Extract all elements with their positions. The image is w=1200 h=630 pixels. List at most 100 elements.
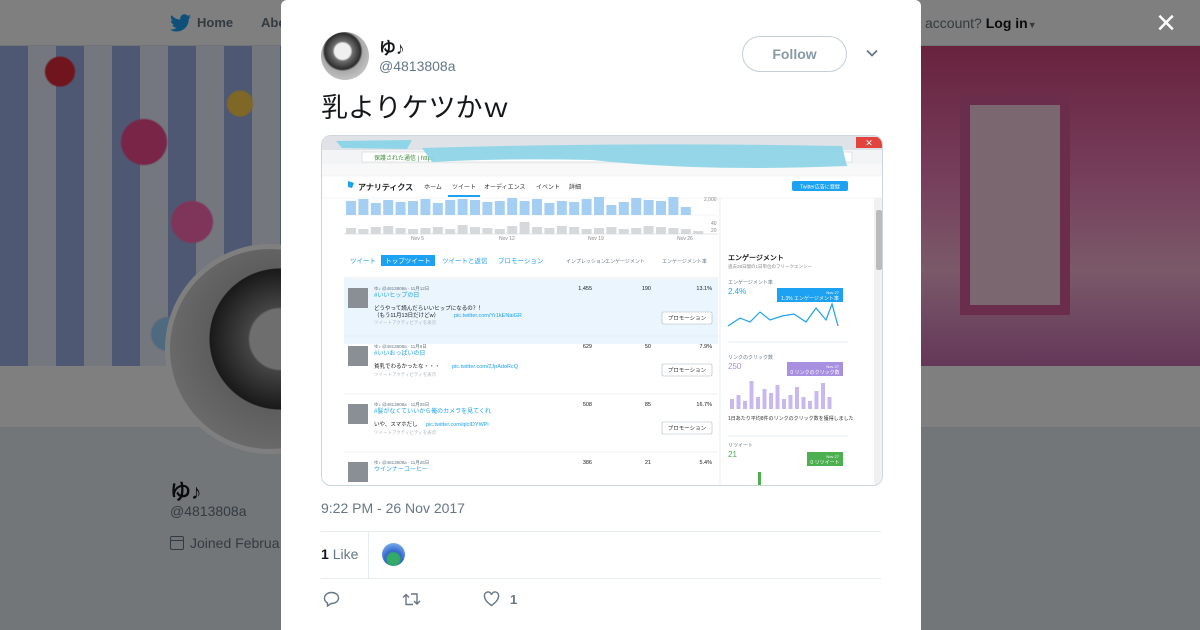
follow-button[interactable]: Follow (742, 36, 847, 72)
link-note: 1日あたり平均8件のリンクのクリック数を獲得しました (728, 415, 854, 422)
engagement-bar (494, 229, 505, 234)
impression-bar (482, 202, 493, 215)
tweet-media-image[interactable]: ✕ 保護された通信 | https アナリティクス ホーム ツイート オーディエ… (321, 135, 883, 486)
heart-icon (483, 591, 500, 607)
axis-right-low: 20 (711, 228, 717, 234)
row-meta: ゆ♪ @4813808a · 11月25日 (374, 402, 429, 408)
row-eng: 50 (645, 344, 651, 350)
axis-label-nov5: Nov 5 (411, 236, 424, 242)
link-click-bar (775, 385, 780, 409)
retweet-button[interactable] (402, 591, 422, 607)
impression-bar (519, 201, 530, 215)
promote-button-label: プロモーション (668, 315, 707, 322)
impression-bar (618, 202, 629, 215)
row-activity: ツイートアクティビティを表示 (374, 371, 437, 378)
col-impressions: インプレッション (566, 259, 606, 265)
rate-line-chart (727, 302, 839, 327)
author-avatar[interactable] (321, 32, 369, 80)
row-meta: ゆ♪ @4813808a · 11月26日 (374, 460, 429, 466)
close-icon[interactable]: × (1152, 6, 1180, 40)
link-value: 250 (728, 362, 742, 371)
impression-bar (668, 197, 679, 215)
link-click-bar (743, 401, 747, 409)
analytics-brand: アナリティクス (358, 182, 413, 192)
col-engagement-rate: エンゲージメント率 (662, 258, 707, 265)
row-imp: 629 (583, 344, 592, 350)
impression-bar (606, 205, 617, 215)
tab-top-tweets: トップツイート (385, 257, 431, 265)
row-thumbnail (348, 404, 368, 424)
axis-label-nov26: Nov 26 (677, 236, 693, 242)
rt-badge: 0 リツイート (810, 460, 839, 466)
row-meta: ゆ♪ @4813808a · 11月8日 (374, 344, 427, 350)
impression-bar (432, 203, 443, 215)
row-title: #いいおっぱいの日 (374, 350, 425, 357)
engagement-bar (631, 228, 642, 234)
tweet-text: 乳よりケツかｗ (321, 93, 510, 123)
row-eng: 21 (645, 460, 651, 466)
like-stat-label: Like (332, 546, 359, 562)
author-name[interactable]: ゆ♪ (379, 34, 405, 59)
rate-label: エンゲージメント率 (728, 279, 773, 286)
tweet-modal: ゆ♪ @4813808a Follow 乳よりケツかｗ ✕ 保護された通信 | … (281, 0, 921, 630)
link-clicks-bars (730, 381, 832, 409)
promote-button-label: プロモーション (668, 425, 707, 432)
engagement-bar (606, 227, 617, 234)
analytics-nav-audience: オーディエンス (484, 183, 525, 191)
engagement-bar (507, 226, 518, 234)
reply-icon (323, 591, 340, 607)
engagement-bar (556, 226, 567, 234)
row-rate: 13.1% (696, 286, 712, 292)
row-rate: 7.9% (699, 344, 712, 350)
impression-bar (631, 198, 642, 215)
link-click-bar (762, 389, 767, 409)
engagement-bar (395, 228, 406, 234)
axis-label-nov12: Nov 12 (499, 236, 515, 242)
impression-bar (532, 199, 542, 215)
engagement-bar (346, 228, 356, 234)
link-click-bar (736, 395, 741, 409)
impression-bar (370, 203, 381, 215)
row-imp: 1,455 (578, 286, 592, 292)
impression-bar (507, 198, 518, 215)
row-body: どうやって読んだらいいヒップになるの？！ (374, 304, 484, 312)
link-click-bar (749, 381, 754, 409)
engagement-bar (569, 227, 580, 234)
link-click-bar (769, 393, 773, 409)
engagement-bar (544, 228, 555, 234)
row-imp: 508 (583, 402, 592, 408)
reply-button[interactable] (323, 591, 340, 607)
impression-bar (408, 201, 418, 215)
link-click-bar (801, 397, 806, 409)
impression-bar (656, 201, 666, 215)
engagement-bar (656, 227, 666, 234)
link-click-bar (756, 397, 760, 409)
ads-signup-button: Twitter広告に登録 (800, 184, 840, 191)
row-title: #髪がなくていいから俺のカメラを見てくれ (374, 407, 491, 415)
axis-label-nov19: Nov 19 (588, 236, 604, 242)
author-handle[interactable]: @4813808a (379, 58, 456, 74)
divider (321, 531, 881, 532)
like-action-count: 1 (510, 591, 518, 607)
analytics-nav-tweets: ツイート (452, 185, 476, 191)
impression-bar (643, 200, 654, 215)
side-title: エンゲージメント (728, 253, 784, 262)
impression-bar (358, 199, 369, 215)
row-body: いや、スマホだし (374, 420, 418, 428)
engagement-bar (594, 228, 604, 234)
row-activity: ツイートアクティビティを表示 (374, 319, 437, 326)
divider (321, 578, 881, 579)
row-rate: 5.4% (699, 460, 712, 466)
promote-button-label: プロモーション (668, 367, 707, 374)
liker-avatar[interactable] (382, 543, 405, 566)
row-title: ウインナーコーヒー (374, 465, 428, 473)
rate-badge: 1.3% エンゲージメント率 (781, 295, 839, 302)
impression-bar (581, 199, 592, 215)
engagement-bar (432, 227, 443, 234)
impression-bar (346, 201, 356, 215)
side-subtitle: 過去28日間の1日単位のフリークエンシー (728, 263, 813, 270)
tweet-timestamp[interactable]: 9:22 PM - 26 Nov 2017 (321, 500, 465, 516)
like-stat[interactable]: 1 Like (321, 546, 358, 562)
chevron-down-icon[interactable] (865, 46, 879, 60)
like-button[interactable]: 1 (483, 591, 517, 607)
